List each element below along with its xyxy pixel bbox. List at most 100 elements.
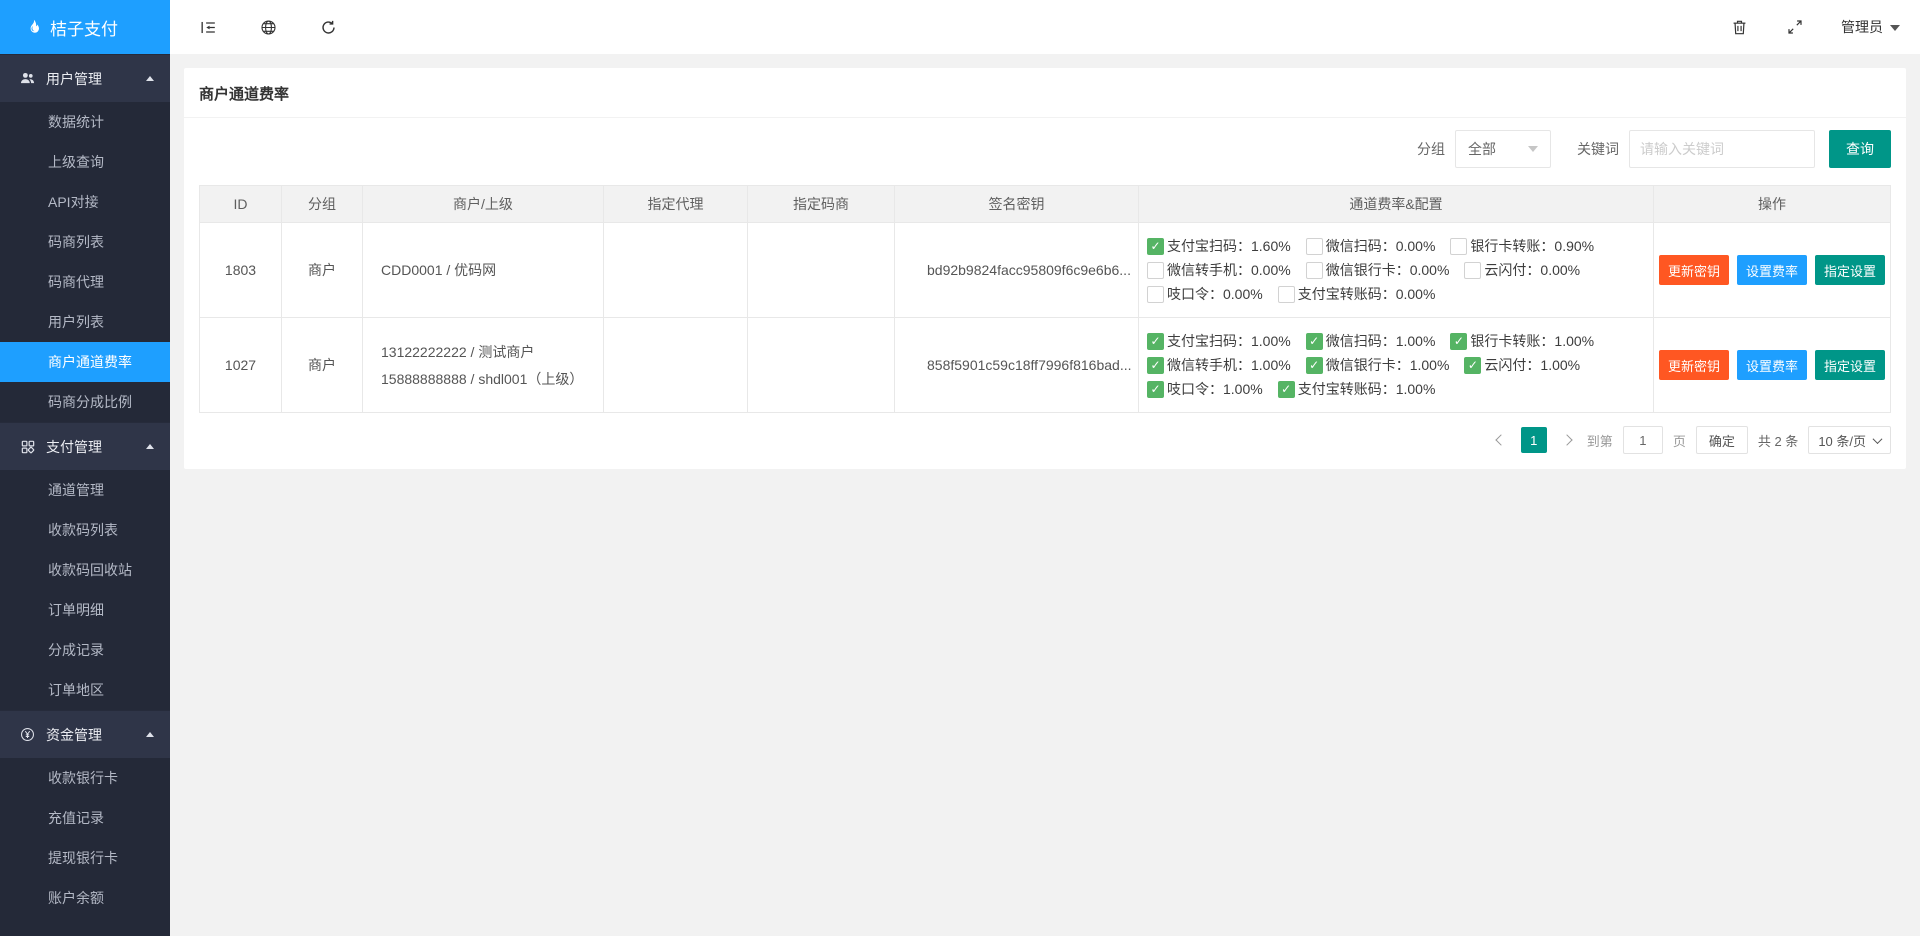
checkbox-unchecked[interactable] [1306,238,1323,255]
set-rate-button[interactable]: 设置费率 [1737,350,1807,380]
rate-item: 云闪付：0.00% [1464,260,1580,280]
cell-group: 商户 [282,318,363,413]
column-header: ID [200,186,282,223]
sidebar-item-data-statistics[interactable]: 数据统计 [0,102,170,142]
group-select[interactable]: 全部 [1455,130,1551,168]
sidebar-item-withdrawal-bank-card[interactable]: 提现银行卡 [0,838,170,878]
goto-page-input[interactable] [1623,426,1663,454]
rate-item: ✓吱口令：1.00% [1147,379,1263,399]
sidebar-item-code-merchant-list[interactable]: 码商列表 [0,222,170,262]
sidebar-group-user-management[interactable]: 用户管理 [0,54,170,102]
group-label: 用户管理 [46,69,102,89]
checkbox-checked[interactable]: ✓ [1147,238,1164,255]
set-rate-button[interactable]: 设置费率 [1737,255,1807,285]
sidebar-item-payment-code-recycle[interactable]: 收款码回收站 [0,550,170,590]
rate-item: ✓支付宝扫码：1.00% [1147,331,1291,351]
flame-icon [24,18,42,36]
cell-id: 1803 [200,223,282,318]
chevron-down-icon [1528,146,1538,152]
sidebar-item-api-integration[interactable]: API对接 [0,182,170,222]
checkbox-checked[interactable]: ✓ [1147,333,1164,350]
app-logo[interactable]: 桔子支付 [0,0,170,54]
search-button[interactable]: 查询 [1829,130,1891,168]
checkbox-checked[interactable]: ✓ [1147,381,1164,398]
checkbox-checked[interactable]: ✓ [1450,333,1467,350]
prev-page-button[interactable] [1491,427,1511,453]
group-select-value: 全部 [1468,139,1496,159]
sidebar-item-recharge-records[interactable]: 充值记录 [0,798,170,838]
rate-label: 支付宝转账码：0.00% [1298,284,1436,304]
checkbox-checked[interactable]: ✓ [1306,333,1323,350]
rate-item: 微信转手机：0.00% [1147,260,1291,280]
rate-item: 银行卡转账：0.90% [1450,236,1594,256]
group-label: 支付管理 [46,437,102,457]
sidebar-item-receiving-bank-card[interactable]: 收款银行卡 [0,758,170,798]
sidebar-item-code-merchant-agent[interactable]: 码商代理 [0,262,170,302]
cell-actions: 更新密钥设置费率指定设置 [1654,318,1891,413]
sidebar-item-merchant-channel-rate[interactable]: 商户通道费率 [0,342,170,382]
sidebar-item-channel-management[interactable]: 通道管理 [0,470,170,510]
sidebar-item-order-region[interactable]: 订单地区 [0,670,170,710]
checkbox-unchecked[interactable] [1450,238,1467,255]
rate-item: 微信银行卡：0.00% [1306,260,1450,280]
checkbox-checked[interactable]: ✓ [1306,357,1323,374]
sidebar-item-code-merchant-share-ratio[interactable]: 码商分成比例 [0,382,170,422]
rate-label: 微信转手机：0.00% [1167,260,1291,280]
page-size-select[interactable]: 10 条/页 [1808,426,1891,454]
fullscreen-icon[interactable] [1785,17,1805,37]
rate-label: 云闪付：0.00% [1484,260,1580,280]
logo-title: 桔子支付 [50,15,118,40]
checkbox-unchecked[interactable] [1278,286,1295,303]
total-count-label: 共 2 条 [1758,431,1798,450]
cell-channel-rates: ✓支付宝扫码：1.60%微信扫码：0.00%银行卡转账：0.90%微信转手机：0… [1139,223,1654,318]
chevron-down-icon [1890,25,1900,31]
topbar: 管理员 [170,0,1920,54]
sidebar-item-account-balance[interactable]: 账户余额 [0,878,170,918]
rate-label: 微信银行卡：1.00% [1326,355,1450,375]
cell-id: 1027 [200,318,282,413]
update-key-button[interactable]: 更新密钥 [1659,255,1729,285]
sidebar-item-share-records[interactable]: 分成记录 [0,630,170,670]
trash-icon[interactable] [1729,17,1749,37]
table-header-row: ID分组商户/上级指定代理指定码商签名密钥通道费率&配置操作 [200,186,1891,223]
collapse-sidebar-icon[interactable] [198,17,218,37]
checkbox-unchecked[interactable] [1147,286,1164,303]
sidebar-item-user-list[interactable]: 用户列表 [0,302,170,342]
chevron-down-icon [1873,434,1883,444]
next-page-button[interactable] [1557,427,1577,453]
rate-label: 吱口令：1.00% [1167,379,1263,399]
rate-label: 微信转手机：1.00% [1167,355,1291,375]
cell-assigned-agent [604,318,748,413]
cell-sign-key: bd92b9824facc95809f6c9e6b6... [895,223,1139,318]
checkbox-checked[interactable]: ✓ [1464,357,1481,374]
refresh-icon[interactable] [318,17,338,37]
rate-line: ✓微信转手机：1.00%✓微信银行卡：1.00%✓云闪付：1.00% [1147,355,1653,375]
cell-assigned-code-merchant [748,318,895,413]
sidebar-group-funds-management[interactable]: 资金管理 [0,710,170,758]
merchant-line: CDD0001 / 优码网 [381,260,603,280]
checkbox-checked[interactable]: ✓ [1278,381,1295,398]
checkbox-unchecked[interactable] [1464,262,1481,279]
admin-dropdown[interactable]: 管理员 [1841,17,1900,37]
globe-icon[interactable] [258,17,278,37]
assign-settings-button[interactable]: 指定设置 [1815,255,1885,285]
rate-label: 微信扫码：0.00% [1326,236,1436,256]
update-key-button[interactable]: 更新密钥 [1659,350,1729,380]
group-filter-label: 分组 [1417,139,1445,159]
current-page-button[interactable]: 1 [1521,427,1547,453]
rate-line: 吱口令：0.00%支付宝转账码：0.00% [1147,284,1653,304]
checkbox-unchecked[interactable] [1147,262,1164,279]
sidebar-item-order-details[interactable]: 订单明细 [0,590,170,630]
sidebar-group-payment-management[interactable]: 支付管理 [0,422,170,470]
keyword-input[interactable] [1629,130,1815,168]
rate-line: ✓吱口令：1.00%✓支付宝转账码：1.00% [1147,379,1653,399]
sidebar-item-payment-code-list[interactable]: 收款码列表 [0,510,170,550]
sidebar-item-parent-query[interactable]: 上级查询 [0,142,170,182]
checkbox-checked[interactable]: ✓ [1147,357,1164,374]
keyword-filter-label: 关键词 [1577,139,1619,159]
cell-sign-key: 858f5901c59c18ff7996f816bad... [895,318,1139,413]
column-header: 分组 [282,186,363,223]
confirm-page-button[interactable]: 确定 [1696,426,1748,454]
assign-settings-button[interactable]: 指定设置 [1815,350,1885,380]
checkbox-unchecked[interactable] [1306,262,1323,279]
